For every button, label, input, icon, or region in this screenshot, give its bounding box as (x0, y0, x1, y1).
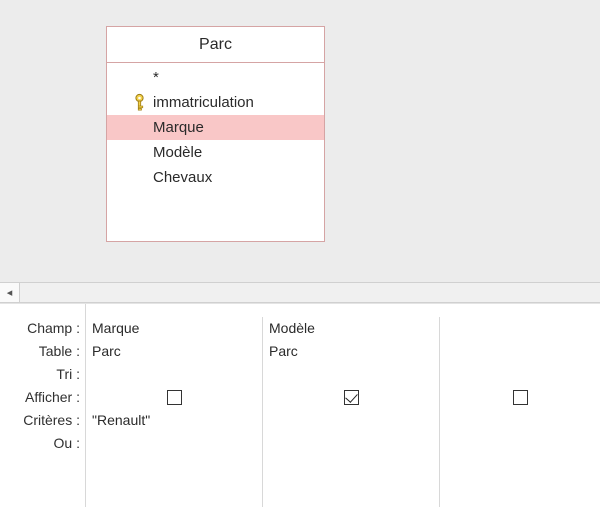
cell-ou[interactable] (86, 432, 262, 455)
show-checkbox[interactable] (513, 390, 528, 405)
field-label: Modèle (149, 144, 202, 161)
primary-key-icon (134, 93, 145, 113)
grid-row-labels: Champ : Table : Tri : Afficher : Critère… (0, 304, 85, 507)
grid-column: ModèleParc (263, 317, 440, 507)
cell-table[interactable]: Parc (263, 340, 439, 363)
cell-ou[interactable] (263, 432, 439, 455)
label-criteres: Critères : (0, 409, 85, 432)
field-row[interactable]: Modèle (107, 140, 324, 165)
field-label: * (149, 69, 159, 86)
cell-afficher[interactable] (86, 386, 262, 409)
cell-table[interactable] (440, 340, 600, 363)
table-box-parc[interactable]: Parc * immatriculation Marque Modèle Chevaux (106, 26, 325, 242)
cell-champ[interactable] (440, 317, 600, 340)
relationship-diagram-pane[interactable]: Parc * immatriculation Marque Modèle Chevaux (0, 0, 600, 282)
cell-ou[interactable] (440, 432, 600, 455)
show-checkbox[interactable] (344, 390, 359, 405)
field-row[interactable]: immatriculation (107, 90, 324, 115)
cell-afficher[interactable] (263, 386, 439, 409)
field-row[interactable]: * (107, 65, 324, 90)
field-label: immatriculation (149, 94, 254, 111)
cell-tri[interactable] (86, 363, 262, 386)
cell-champ[interactable]: Marque (86, 317, 262, 340)
label-tri: Tri : (0, 363, 85, 386)
horizontal-scrollbar[interactable]: ◂ (0, 282, 600, 303)
grid-column: MarqueParc "Renault" (86, 317, 263, 507)
show-checkbox[interactable] (167, 390, 182, 405)
cell-tri[interactable] (440, 363, 600, 386)
grid-columns: MarqueParc"Renault"ModèleParc (85, 304, 600, 507)
label-champ: Champ : (0, 317, 85, 340)
field-row[interactable]: Marque (107, 115, 324, 140)
query-design-grid: Champ : Table : Tri : Afficher : Critère… (0, 303, 600, 507)
cell-table[interactable]: Parc (86, 340, 262, 363)
grid-column (440, 317, 600, 507)
label-ou: Ou : (0, 432, 85, 455)
primary-key-icon-slot (129, 93, 149, 113)
field-label: Marque (149, 119, 204, 136)
cell-criteres[interactable] (440, 409, 600, 432)
label-afficher: Afficher : (0, 386, 85, 409)
field-list: * immatriculation Marque Modèle Chevaux (107, 63, 324, 192)
field-row[interactable]: Chevaux (107, 165, 324, 190)
field-label: Chevaux (149, 169, 212, 186)
table-title[interactable]: Parc (107, 27, 324, 63)
label-table: Table : (0, 340, 85, 363)
scroll-track[interactable] (20, 283, 600, 302)
cell-champ[interactable]: Modèle (263, 317, 439, 340)
cell-afficher[interactable] (440, 386, 600, 409)
scroll-left-button[interactable]: ◂ (0, 283, 20, 302)
cell-tri[interactable] (263, 363, 439, 386)
cell-criteres[interactable] (263, 409, 439, 432)
cell-criteres[interactable]: "Renault" (86, 409, 262, 432)
